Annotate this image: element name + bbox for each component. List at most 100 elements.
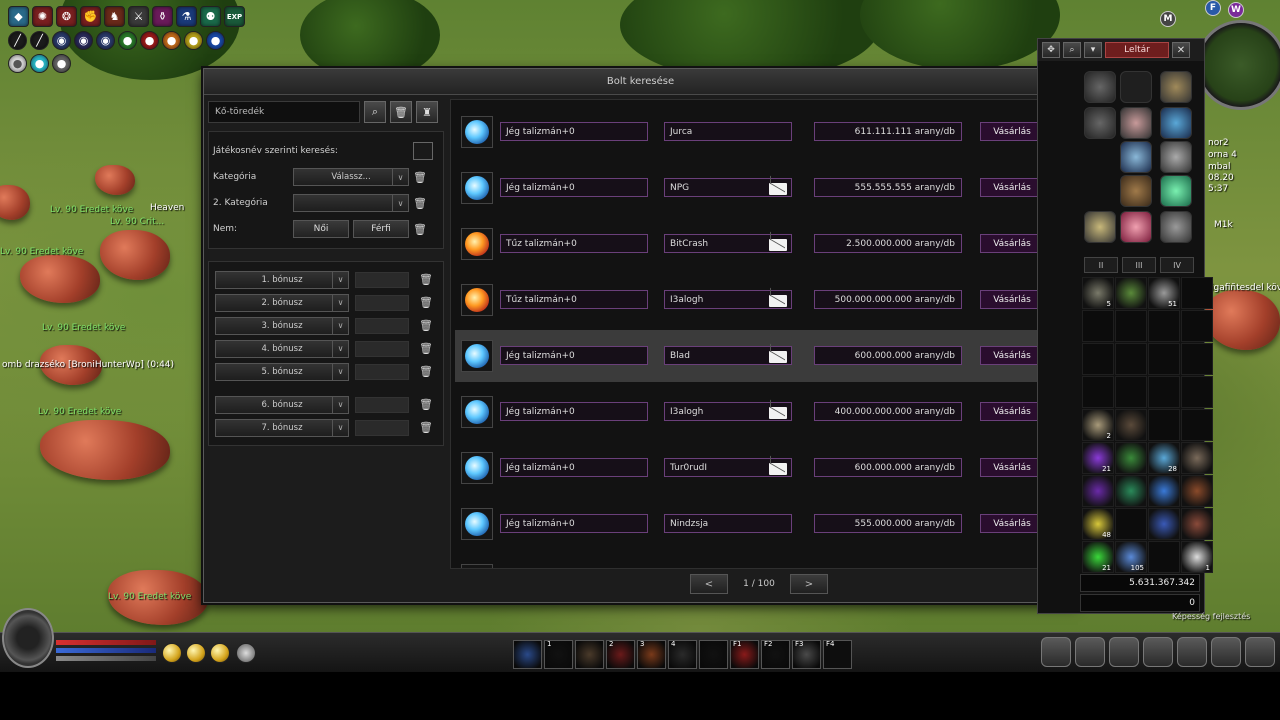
- inventory-slot[interactable]: [1115, 343, 1147, 375]
- quickbar-slot[interactable]: F3: [792, 640, 821, 669]
- character-menu-button[interactable]: [1041, 637, 1071, 667]
- equip-slot-weapon[interactable]: [1160, 71, 1192, 103]
- buy-button[interactable]: Vásárlás: [980, 234, 1044, 253]
- bonus-dropdown[interactable]: 7. bónusz ∨: [215, 418, 349, 437]
- envelope-icon[interactable]: [769, 183, 787, 195]
- bonus-dropdown[interactable]: 2. bónusz ∨: [215, 293, 349, 312]
- inventory-slot[interactable]: [1115, 310, 1147, 342]
- bonus-value-input[interactable]: [355, 396, 409, 413]
- rune-icon[interactable]: ◉: [52, 31, 71, 50]
- grey-potion-icon[interactable]: ●: [52, 54, 71, 73]
- result-row[interactable]: Tűz talizmán+0 BitCrash 2.500.000.000 aran…: [455, 218, 1053, 270]
- equip-slot-gem[interactable]: [1160, 175, 1192, 207]
- blue-potion-icon[interactable]: ●: [206, 31, 225, 50]
- search-button[interactable]: ⌕: [364, 101, 386, 123]
- skill-menu-button[interactable]: [1143, 637, 1173, 667]
- flask-icon[interactable]: ⚗: [176, 6, 197, 27]
- result-row[interactable]: Jég talizmán+0 NPG 555.555.555 arany/db Vás…: [455, 162, 1053, 214]
- quickbar-slot[interactable]: F4: [823, 640, 852, 669]
- envelope-icon[interactable]: [769, 239, 787, 251]
- item-icon[interactable]: [461, 564, 493, 568]
- inventory-slot[interactable]: [1115, 475, 1147, 507]
- inventory-slot[interactable]: [1082, 376, 1114, 408]
- character-orb[interactable]: [2, 608, 54, 668]
- shop-button[interactable]: ♜: [416, 101, 438, 123]
- buy-button[interactable]: Vásárlás: [980, 458, 1044, 477]
- result-row[interactable]: [455, 554, 1053, 568]
- clear-button[interactable]: 🗑: [390, 101, 412, 123]
- inventory-slot[interactable]: [1115, 442, 1147, 474]
- equip-slot[interactable]: [1120, 71, 1152, 103]
- buy-button[interactable]: Vásárlás: [980, 122, 1044, 141]
- equip-slot-helmet[interactable]: [1084, 71, 1116, 103]
- inventory-slot[interactable]: [1082, 343, 1114, 375]
- quickbar-slot[interactable]: 3: [637, 640, 666, 669]
- guild-menu-button[interactable]: [1211, 637, 1241, 667]
- stickman-icon[interactable]: ⚉: [200, 6, 221, 27]
- category2-dropdown[interactable]: ∨: [293, 194, 409, 212]
- minimap-button-m[interactable]: M: [1160, 11, 1176, 27]
- buy-button[interactable]: Vásárlás: [980, 402, 1044, 421]
- player-search-checkbox[interactable]: [413, 142, 433, 160]
- prev-page-button[interactable]: <: [690, 574, 728, 594]
- inventory-slot[interactable]: 28: [1148, 442, 1180, 474]
- white-potion-icon[interactable]: ●: [8, 54, 27, 73]
- shield-icon[interactable]: ◆: [8, 6, 29, 27]
- inventory-slot[interactable]: 2: [1082, 409, 1114, 441]
- red-potion-icon[interactable]: ●: [140, 31, 159, 50]
- item-icon[interactable]: [461, 116, 493, 148]
- inventory-close-button[interactable]: ✕: [1172, 42, 1190, 58]
- equip-slot-armor[interactable]: [1084, 107, 1116, 139]
- quickbar-slot[interactable]: 2: [606, 640, 635, 669]
- quickbar-slot[interactable]: [575, 640, 604, 669]
- bonus-dropdown[interactable]: 4. bónusz ∨: [215, 339, 349, 358]
- bonus-dropdown[interactable]: 5. bónusz ∨: [215, 362, 349, 381]
- fist-icon[interactable]: ✊: [80, 6, 101, 27]
- next-page-button[interactable]: >: [790, 574, 828, 594]
- inventory-slot[interactable]: [1148, 508, 1180, 540]
- dropdown-icon[interactable]: ▾: [1084, 42, 1102, 58]
- bonus-value-input[interactable]: [355, 317, 409, 334]
- cyan-potion-icon[interactable]: ●: [30, 54, 49, 73]
- inventory-slot[interactable]: [1181, 343, 1213, 375]
- spear-icon[interactable]: ╱: [30, 31, 49, 50]
- equip-slot-bracelet[interactable]: [1120, 141, 1152, 173]
- inventory-slot[interactable]: 1: [1181, 541, 1213, 573]
- equip-slot-shoes[interactable]: [1084, 211, 1116, 243]
- inventory-slot[interactable]: [1148, 409, 1180, 441]
- inventory-slot[interactable]: [1148, 310, 1180, 342]
- bonus-value-input[interactable]: [355, 340, 409, 357]
- inventory-slot[interactable]: 21: [1082, 541, 1114, 573]
- inventory-menu-button[interactable]: [1075, 637, 1105, 667]
- minimap[interactable]: [1196, 20, 1280, 110]
- bonus-clear-button[interactable]: 🗑: [419, 341, 433, 357]
- inventory-slot[interactable]: 105: [1115, 541, 1147, 573]
- male-button[interactable]: Férfi: [353, 220, 409, 238]
- bonus-dropdown[interactable]: 3. bónusz ∨: [215, 316, 349, 335]
- item-icon[interactable]: [461, 284, 493, 316]
- bonus-clear-button[interactable]: 🗑: [419, 318, 433, 334]
- quickbar-slot[interactable]: 1: [544, 640, 573, 669]
- buy-button[interactable]: Vásárlás: [980, 178, 1044, 197]
- buy-button[interactable]: Vásárlás: [980, 290, 1044, 309]
- inventory-slot[interactable]: [1115, 376, 1147, 408]
- result-row[interactable]: Jég talizmán+0 I3alogh 400.000.000.000 ara…: [455, 386, 1053, 438]
- inventory-slot[interactable]: [1148, 376, 1180, 408]
- bonus-value-input[interactable]: [355, 294, 409, 311]
- bonus-clear-button[interactable]: 🗑: [419, 420, 433, 436]
- equip-slot-candy[interactable]: [1120, 211, 1152, 243]
- horse-icon[interactable]: ♞: [104, 6, 125, 27]
- bonus-dropdown[interactable]: 1. bónusz ∨: [215, 270, 349, 289]
- rune-icon[interactable]: ◉: [96, 31, 115, 50]
- inventory-slot[interactable]: 48: [1082, 508, 1114, 540]
- item-icon[interactable]: [461, 508, 493, 540]
- chat-menu-button[interactable]: [1109, 637, 1139, 667]
- inventory-slot[interactable]: 21: [1082, 442, 1114, 474]
- item-icon[interactable]: [461, 228, 493, 260]
- sword-icon[interactable]: ⚔: [128, 6, 149, 27]
- item-icon[interactable]: [461, 340, 493, 372]
- result-row[interactable]: Jég talizmán+0 Jurca 611.111.111 arany/db V…: [455, 106, 1053, 158]
- orange-potion-icon[interactable]: ●: [162, 31, 181, 50]
- envelope-icon[interactable]: [769, 463, 787, 475]
- equip-slot-necklace[interactable]: [1120, 107, 1152, 139]
